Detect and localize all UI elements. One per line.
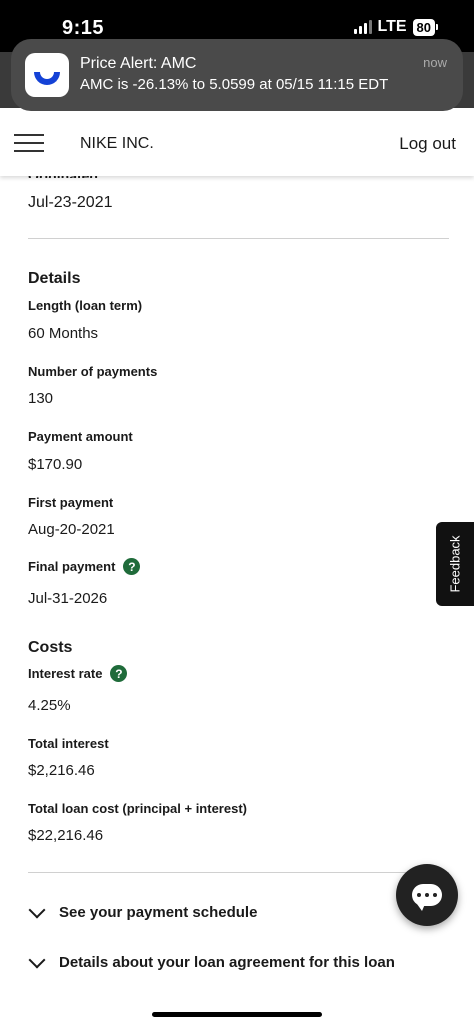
notification-time: now — [423, 55, 447, 70]
top-nav: NIKE INC. Log out — [0, 108, 474, 176]
total-interest-value: $2,216.46 — [28, 762, 95, 779]
chat-button[interactable] — [396, 864, 458, 926]
interest-rate-label: Interest rate ? — [28, 665, 128, 682]
feedback-label: Feedback — [447, 535, 463, 593]
company-name: NIKE INC. — [80, 135, 154, 152]
help-icon[interactable]: ? — [110, 665, 128, 682]
total-loan-cost-value: $22,216.46 — [28, 827, 104, 844]
network-type: LTE — [377, 18, 407, 35]
app-screen: NIKE INC. Log out Originated Jul-23-2021… — [0, 52, 474, 1025]
battery-level: 80 — [412, 18, 435, 36]
payment-schedule-label: See your payment schedule — [59, 904, 258, 921]
final-payment-label: Final payment ? — [28, 558, 141, 575]
logout-link[interactable]: Log out — [399, 134, 456, 154]
battery-icon: 80 — [412, 18, 438, 36]
price-alert-notification[interactable]: Price Alert: AMC AMC is -26.13% to 5.059… — [11, 39, 463, 111]
help-icon[interactable]: ? — [123, 558, 141, 575]
notification-body: AMC is -26.13% to 5.0599 at 05/15 11:15 … — [80, 76, 389, 93]
first-payment-label: First payment — [28, 495, 114, 510]
payment-amount-value: $170.90 — [28, 456, 83, 473]
loan-agreement-toggle[interactable]: Details about your loan agreement for th… — [28, 951, 395, 971]
originated-value: Jul-23-2021 — [28, 194, 113, 211]
payment-amount-label: Payment amount — [28, 429, 133, 444]
details-heading: Details — [28, 270, 81, 287]
cell-signal-icon — [353, 20, 372, 34]
loan-term-label: Length (loan term) — [28, 298, 143, 313]
feedback-tab[interactable]: Feedback — [436, 522, 474, 606]
app-smile-logo-icon — [25, 53, 69, 97]
loan-agreement-label: Details about your loan agreement for th… — [59, 954, 395, 971]
divider — [28, 872, 449, 873]
first-payment-value: Aug-20-2021 — [28, 521, 115, 538]
chevron-down-icon — [28, 951, 46, 968]
num-payments-label: Number of payments — [28, 364, 158, 379]
status-indicators: LTE 80 — [353, 18, 438, 36]
final-payment-value: Jul-31-2026 — [28, 590, 108, 607]
total-interest-label: Total interest — [28, 736, 109, 751]
hamburger-menu-icon[interactable] — [14, 134, 44, 152]
chat-bubble-icon — [412, 884, 442, 911]
costs-heading: Costs — [28, 639, 73, 656]
num-payments-value: 130 — [28, 390, 54, 407]
divider — [28, 238, 449, 239]
total-loan-cost-label: Total loan cost (principal + interest) — [28, 801, 247, 816]
interest-rate-value: 4.25% — [28, 697, 71, 714]
home-indicator[interactable] — [152, 1012, 322, 1017]
loan-term-value: 60 Months — [28, 325, 99, 342]
chevron-down-icon — [28, 901, 46, 918]
payment-schedule-toggle[interactable]: See your payment schedule — [28, 901, 258, 921]
notification-title: Price Alert: AMC — [80, 55, 197, 72]
status-time: 9:15 — [62, 17, 105, 39]
